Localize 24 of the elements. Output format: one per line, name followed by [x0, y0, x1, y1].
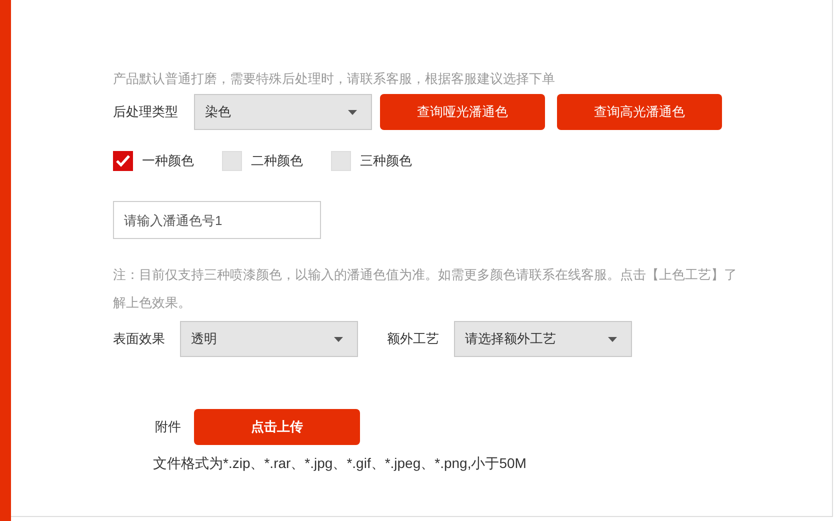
checkbox[interactable] [222, 151, 242, 171]
note-text: 注：目前仅支持三种喷漆颜色，以输入的潘通色值为准。如需更多颜色请联系在线客服。点击【上色工艺】了解上色效果。 [113, 266, 738, 312]
dropdown[interactable]: 透明 [180, 321, 358, 357]
field-label: 额外工艺 [387, 330, 440, 348]
field-label: 表面效果 [113, 330, 166, 348]
caret-icon [334, 336, 343, 342]
field-label: 后处理类型 [113, 103, 179, 122]
query-button[interactable]: 查询高光潘通色 [557, 94, 722, 130]
checkbox-label: 一种颜色 [142, 152, 194, 170]
format-text: 文件格式为*.zip、*.rar、*.jpg、*.gif、*.jpeg、*.png,小于50M [153, 454, 528, 473]
checkbox[interactable] [113, 151, 133, 171]
upload-button[interactable]: 点击上传 [194, 409, 360, 445]
hint-text: 产品默认普通打磨，需要特殊后处理时，请联系客服，根据客服建议选择下单 [113, 70, 556, 88]
check-icon [116, 155, 130, 167]
query-button[interactable]: 查询哑光潘通色 [380, 94, 545, 130]
dropdown[interactable]: 染色 [194, 94, 372, 130]
dropdown[interactable]: 请选择额外工艺 [454, 321, 632, 357]
checkbox[interactable] [331, 151, 351, 171]
pantone-input[interactable]: 请输入潘通色号1 [113, 201, 321, 239]
checkbox-label: 二种颜色 [251, 152, 303, 170]
field-label: 附件 [155, 418, 182, 436]
caret-icon [348, 110, 357, 114]
checkbox-label: 三种颜色 [360, 152, 412, 170]
caret-icon [608, 336, 617, 342]
